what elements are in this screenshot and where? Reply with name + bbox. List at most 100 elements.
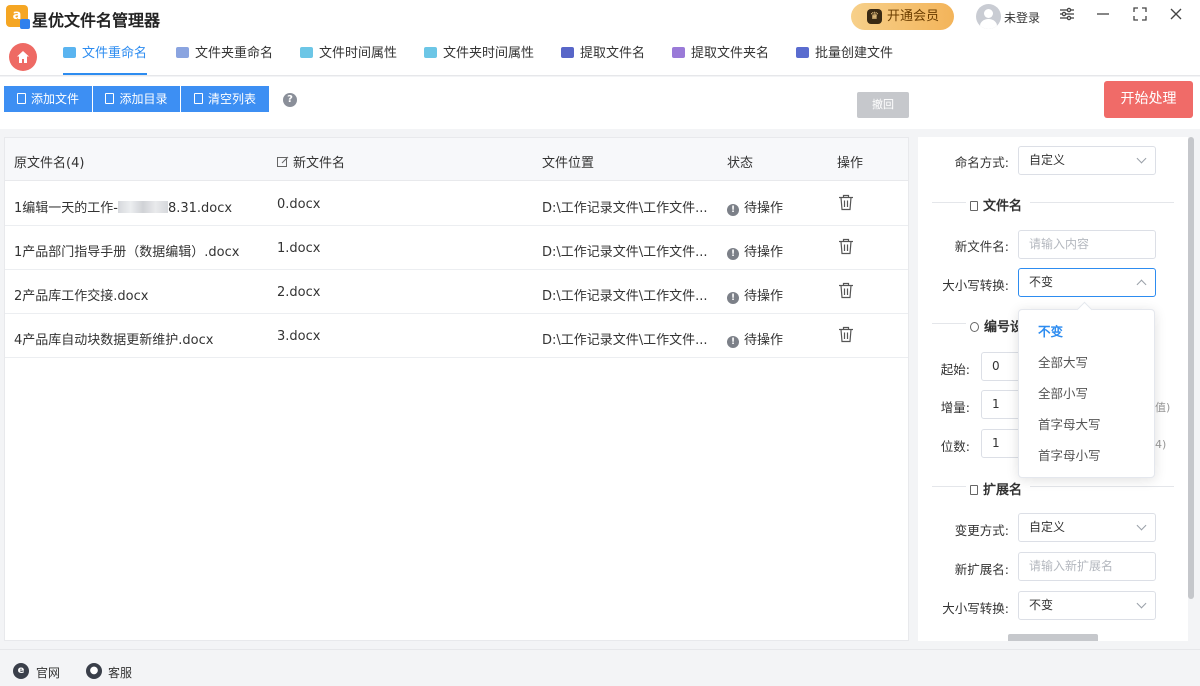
hidden-button-edge [1008,634,1098,641]
file-time-icon [300,47,313,58]
new-name-cell: 3.docx [277,329,321,344]
crown-icon: ♛ [867,9,882,24]
start-input[interactable]: 0 [981,352,1021,381]
app-logo-icon: a [6,5,30,29]
location-cell: D:\工作记录文件\工作文件... [542,333,708,348]
naming-mode-select[interactable]: 自定义 [1018,146,1156,175]
tab-file-rename[interactable]: 文件重命名 [63,34,148,75]
dropdown-option-all-upper[interactable]: 全部大写 [1019,347,1154,378]
start-label: 起始: [940,362,970,377]
add-file-button[interactable]: 添加文件 [4,86,92,112]
case-select[interactable]: 不变 [1018,268,1156,297]
tab-extract-foldername[interactable]: 提取文件夹名 [672,34,769,74]
filename-section-title: 文件名 [970,195,1022,214]
tab-batch-create[interactable]: 批量创建文件 [796,34,893,74]
tabs-bar: 文件重命名 文件夹重命名 文件时间属性 文件夹时间属性 提取文件名 提取文件夹名… [0,34,1200,76]
dropdown-option-first-lower[interactable]: 首字母小写 [1019,440,1154,471]
help-icon[interactable]: ? [283,93,297,107]
ext-mode-select[interactable]: 自定义 [1018,513,1156,542]
tab-folder-time[interactable]: 文件夹时间属性 [424,34,534,74]
case-label: 大小写转换: [942,278,1009,293]
status-cell: ! 待操作 [727,241,783,260]
minimize-icon[interactable] [1091,5,1115,29]
blurred-text [117,201,168,213]
vip-label: 开通会员 [887,9,940,24]
ext-case-label: 大小写转换: [942,601,1009,616]
step-hint: 值) [1155,401,1171,414]
digits-input[interactable]: 1 [981,429,1021,458]
tab-extract-filename[interactable]: 提取文件名 [561,34,645,74]
info-icon: ! [727,292,739,304]
tab-folder-rename[interactable]: 文件夹重命名 [176,34,273,74]
delete-icon[interactable] [838,282,854,303]
number-section-title: 编号设 [970,316,1023,335]
table-row[interactable]: 1编辑一天的工作- 8.31.docx 0.docx D:\工作记录文件\工作文件… [5,182,908,226]
settings-icon[interactable] [1055,5,1079,29]
website-icon: e [13,663,29,679]
website-link[interactable]: 官网 [36,664,60,681]
digits-hint: 4) [1155,438,1167,451]
chevron-down-icon [1136,153,1147,164]
info-icon: ! [727,248,739,260]
maximize-icon[interactable] [1128,5,1152,29]
chevron-down-icon [1136,520,1147,531]
home-button[interactable] [9,43,37,71]
delete-icon[interactable] [838,238,854,259]
info-icon: ! [727,336,739,348]
header-operation: 操作 [837,156,864,171]
tab-file-time[interactable]: 文件时间属性 [300,34,397,74]
add-directory-button[interactable]: 添加目录 [93,86,180,112]
extension-section-title: 扩展名 [970,479,1022,498]
avatar[interactable] [976,4,1001,29]
original-name-cell: 4产品库自动块数据更新维护.docx [14,333,214,348]
close-icon[interactable] [1164,5,1188,29]
chevron-up-icon [1136,279,1147,290]
vip-button[interactable]: ♛ 开通会员 [851,3,954,30]
new-ext-label: 新扩展名: [954,562,1009,577]
status-cell: ! 待操作 [727,197,783,216]
original-name-cell: 1编辑一天的工作- 8.31.docx [14,201,233,216]
new-name-label: 新文件名: [954,239,1009,254]
ext-mode-label: 变更方式: [954,523,1009,538]
extract-filename-icon [561,47,574,58]
location-cell: D:\工作记录文件\工作文件... [542,289,708,304]
start-processing-button[interactable]: 开始处理 [1104,81,1193,118]
original-name-cell: 1产品部门指导手册（数据编辑）.docx [14,245,240,260]
table-row[interactable]: 1产品部门指导手册（数据编辑）.docx 1.docx D:\工作记录文件\工作… [5,226,908,270]
naming-mode-label: 命名方式: [954,155,1009,170]
home-icon [17,51,29,63]
clear-list-button[interactable]: 清空列表 [181,86,269,112]
new-ext-input[interactable]: 请输入新扩展名 [1018,552,1156,581]
new-name-cell: 0.docx [277,197,321,212]
scrollbar-thumb[interactable] [1188,137,1194,599]
divider [1030,202,1174,203]
title-bar: a 星优文件名管理器 ♛ 开通会员 未登录 [0,0,1200,34]
location-cell: D:\工作记录文件\工作文件... [542,201,708,216]
login-status[interactable]: 未登录 [1004,9,1040,26]
service-link[interactable]: 客服 [108,664,132,681]
dropdown-option-all-lower[interactable]: 全部小写 [1019,378,1154,409]
batch-create-icon [796,47,809,58]
dropdown-option-unchanged[interactable]: 不变 [1019,316,1154,347]
delete-icon[interactable] [838,194,854,215]
new-name-input[interactable]: 请输入内容 [1018,230,1156,259]
step-input[interactable]: 1 [981,390,1021,419]
folder-rename-icon [176,47,189,58]
file-icon [970,201,978,211]
ext-case-select[interactable]: 不变 [1018,591,1156,620]
location-cell: D:\工作记录文件\工作文件... [542,245,708,260]
table-row[interactable]: 2产品库工作交接.docx 2.docx D:\工作记录文件\工作文件... !… [5,270,908,314]
file-icon [16,93,26,104]
case-dropdown-menu: 不变 全部大写 全部小写 首字母大写 首字母小写 [1018,309,1155,478]
header-new-name: 新文件名 [277,152,345,171]
dropdown-option-capitalize[interactable]: 首字母大写 [1019,409,1154,440]
digits-label: 位数: [940,439,970,454]
status-cell: ! 待操作 [727,285,783,304]
new-name-cell: 2.docx [277,285,321,300]
divider [932,486,966,487]
table-row[interactable]: 4产品库自动块数据更新维护.docx 3.docx D:\工作记录文件\工作文件… [5,314,908,358]
info-icon: ! [727,204,739,216]
service-icon: ● [86,663,102,679]
delete-icon[interactable] [838,326,854,347]
undo-button[interactable]: 撤回 [857,92,909,118]
